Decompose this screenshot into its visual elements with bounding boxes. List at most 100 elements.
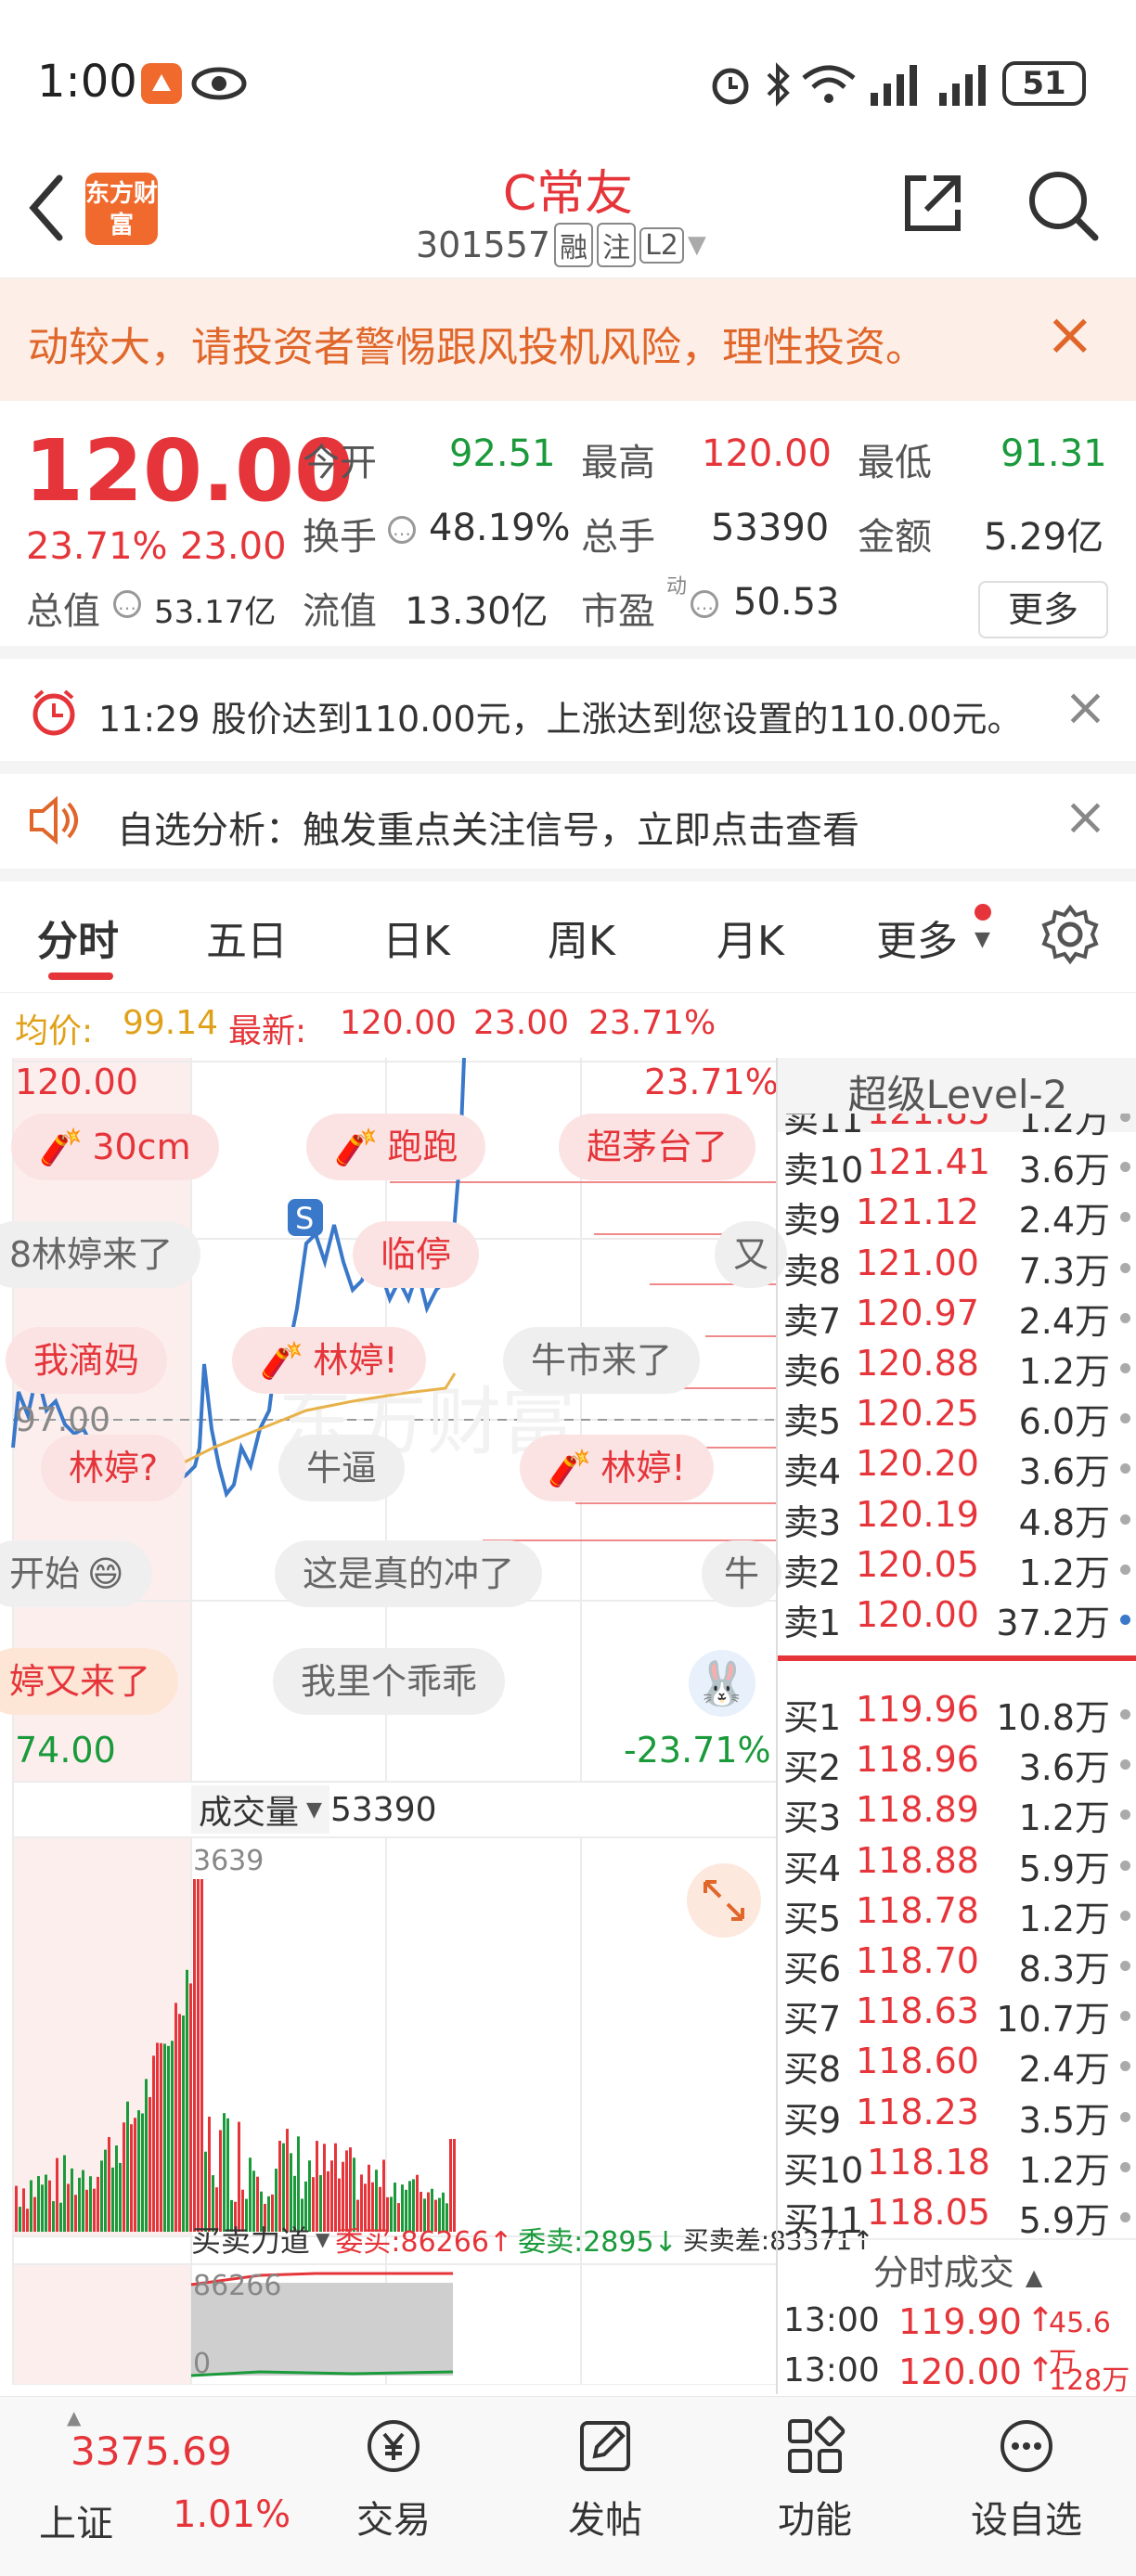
danmaku-bubble[interactable]: 我滴妈 xyxy=(6,1327,168,1394)
ask-row[interactable]: 卖5 120.25 6.0万 xyxy=(778,1393,1136,1443)
ask-row[interactable]: 卖11121.85 1.2万 xyxy=(778,1114,1136,1141)
ask-row[interactable]: 卖1 120.00 37.2万 xyxy=(778,1594,1136,1644)
danmaku-bubble[interactable]: 🧨 林婷! xyxy=(520,1435,714,1501)
danmaku-bubble[interactable]: 牛逼 xyxy=(278,1435,406,1501)
close-icon[interactable]: × xyxy=(1064,677,1107,738)
danmaku-bubble[interactable]: 🧨 林婷! xyxy=(232,1327,426,1394)
tab-five-day[interactable]: 五日 xyxy=(206,908,288,967)
ask-row[interactable]: 卖3 120.19 4.8万 xyxy=(778,1494,1136,1544)
volume-bar xyxy=(37,2176,40,2232)
danmaku-bubble[interactable]: 超茅台了 xyxy=(559,1114,756,1180)
bid-level: 买2 xyxy=(783,1747,842,1789)
volume-bar xyxy=(115,2145,118,2232)
pe-value: 50.53 xyxy=(733,581,840,624)
nav-trade[interactable]: 交易 xyxy=(319,2415,468,2544)
status-dot xyxy=(1120,1709,1130,1719)
bid-row[interactable]: 买9 118.23 3.5万 xyxy=(778,2092,1136,2142)
danmaku-bubble[interactable]: 林婷? xyxy=(41,1435,187,1501)
tab-monthly-k[interactable]: 月K xyxy=(716,908,784,967)
ask-row[interactable]: 卖6 120.88 1.2万 xyxy=(778,1343,1136,1393)
danmaku-bubble[interactable]: 我里个乖乖 xyxy=(273,1648,506,1715)
nav-post[interactable]: 发帖 xyxy=(531,2415,679,2544)
price-alarm-banner[interactable]: 11:29 股价达到110.00元，上涨达到您设置的110.00元。 × xyxy=(0,659,1136,774)
tab-weekly-k[interactable]: 周K xyxy=(548,908,615,967)
bid-row[interactable]: 买11 118.05 5.9万 xyxy=(778,2192,1136,2242)
gear-icon[interactable] xyxy=(1039,904,1101,965)
bid-row[interactable]: 买4 118.88 5.9万 xyxy=(778,1840,1136,1890)
ask-row[interactable]: 卖10 121.41 3.6万 xyxy=(778,1141,1136,1191)
status-dot xyxy=(1120,2111,1130,2122)
ask-row[interactable]: 卖8 121.00 7.3万 xyxy=(778,1243,1136,1293)
info-icon[interactable]: … xyxy=(113,590,141,618)
info-icon[interactable]: … xyxy=(691,590,718,618)
danmaku-bubble[interactable]: 8林婷来了 xyxy=(0,1221,201,1288)
bid-row[interactable]: 买1 119.96 10.8万 xyxy=(778,1689,1136,1739)
tab-more[interactable]: 更多 xyxy=(876,908,958,967)
signal-icon xyxy=(871,65,917,106)
analysis-banner[interactable]: 自选分析：触发重点关注信号，立即点击查看 × xyxy=(0,774,1136,882)
ask-volume: 1.2万 xyxy=(1018,1552,1110,1593)
tab-daily-k[interactable]: 日K xyxy=(382,908,450,967)
trades-title[interactable]: 分时成交 ▲ xyxy=(778,2238,1136,2303)
more-button[interactable]: 更多 xyxy=(978,581,1108,638)
ask-price: 121.41 xyxy=(867,1141,990,1183)
chart-bottom-percent: -23.71% xyxy=(624,1730,771,1771)
danmaku-bubble[interactable]: 开始 😄 xyxy=(0,1540,152,1607)
info-icon[interactable]: … xyxy=(388,516,416,544)
trade-time: 13:00 xyxy=(783,2351,880,2389)
ask-volume: 7.3万 xyxy=(1018,1250,1110,1292)
bid-row[interactable]: 买10 118.18 1.2万 xyxy=(778,2142,1136,2192)
ask-level: 卖10 xyxy=(783,1150,864,1191)
danmaku-bubble[interactable]: 牛市来了 xyxy=(503,1327,701,1394)
ask-row[interactable]: 卖7 120.97 2.4万 xyxy=(778,1293,1136,1343)
nav-functions[interactable]: 功能 xyxy=(741,2415,889,2544)
danmaku-bubble[interactable]: 这是真的冲了 xyxy=(275,1540,543,1607)
danmaku-bubble[interactable]: 临停 xyxy=(353,1221,480,1288)
bid-row[interactable]: 买8 118.60 2.4万 xyxy=(778,2041,1136,2091)
force-header[interactable]: 买卖力道 ▼ 委买:86266↑ 委卖:2895↓ 买卖差:83371↑ xyxy=(191,2216,874,2262)
volume-bar xyxy=(197,1879,200,2232)
spread-divider xyxy=(778,1655,1136,1661)
expand-icon[interactable] xyxy=(687,1863,761,1938)
index-value[interactable]: 3375.69 xyxy=(71,2428,232,2474)
search-icon[interactable] xyxy=(1025,167,1099,241)
ask-row[interactable]: 卖4 120.20 3.6万 xyxy=(778,1443,1136,1493)
volume-bar xyxy=(130,2124,133,2232)
bid-row[interactable]: 买5 118.78 1.2万 xyxy=(778,1890,1136,1940)
status-dot xyxy=(1120,1162,1130,1173)
danmaku-bubble[interactable]: 🧨 跑跑 xyxy=(306,1114,486,1180)
force-sell: 委卖:2895↓ xyxy=(518,2226,678,2259)
ask-level: 卖11 xyxy=(783,1114,864,1140)
mascot-avatar-icon[interactable]: 🐰 xyxy=(689,1650,755,1717)
bid-row[interactable]: 买2 118.96 3.6万 xyxy=(778,1739,1136,1789)
bid-volume: 5.9万 xyxy=(1018,2200,1110,2241)
ask-row[interactable]: 卖2 120.05 1.2万 xyxy=(778,1544,1136,1594)
bid-row[interactable]: 买7 118.63 10.7万 xyxy=(778,1990,1136,2041)
emoji-avatar-icon: 😄 xyxy=(87,1553,124,1594)
danmaku-bubble[interactable]: 牛 xyxy=(702,1540,782,1607)
index-name[interactable]: 上证 xyxy=(39,2493,113,2547)
bid-row[interactable]: 买6 118.70 8.3万 xyxy=(778,1940,1136,1990)
volume-bar xyxy=(189,1983,192,2232)
tab-intraday[interactable]: 分时 xyxy=(37,908,119,967)
ask-volume: 2.4万 xyxy=(1018,1200,1110,1242)
firecracker-icon: 🧨 xyxy=(39,1127,84,1167)
ask-level: 卖1 xyxy=(783,1603,842,1643)
danmaku-bubble[interactable]: 婷又来了 xyxy=(0,1648,179,1715)
volume-header[interactable]: 成交量 ▼ xyxy=(191,1785,329,1834)
nav-add-watchlist[interactable]: 设自选 xyxy=(952,2415,1101,2544)
bid-level: 买7 xyxy=(783,1999,842,2041)
bid-volume: 3.5万 xyxy=(1018,2099,1110,2141)
bid-level: 买10 xyxy=(783,2149,864,2191)
close-icon[interactable]: × xyxy=(1045,301,1095,369)
volume-bar xyxy=(56,2157,58,2232)
close-icon[interactable]: × xyxy=(1064,787,1107,847)
chevron-down-icon[interactable]: ▼ xyxy=(688,231,706,259)
volume-bar xyxy=(104,2149,107,2232)
ask-row[interactable]: 卖9 121.12 2.4万 xyxy=(778,1191,1136,1242)
danmaku-bubble[interactable]: 🧨 30cm xyxy=(11,1114,219,1180)
intraday-chart[interactable]: 东方财富 S 120.00 23.71% 97.00 74.00 -23.71%… xyxy=(0,1058,874,2385)
bid-row[interactable]: 买3 118.89 1.2万 xyxy=(778,1789,1136,1839)
amount-value: 5.29亿 xyxy=(984,516,1104,559)
share-icon[interactable] xyxy=(898,169,967,238)
